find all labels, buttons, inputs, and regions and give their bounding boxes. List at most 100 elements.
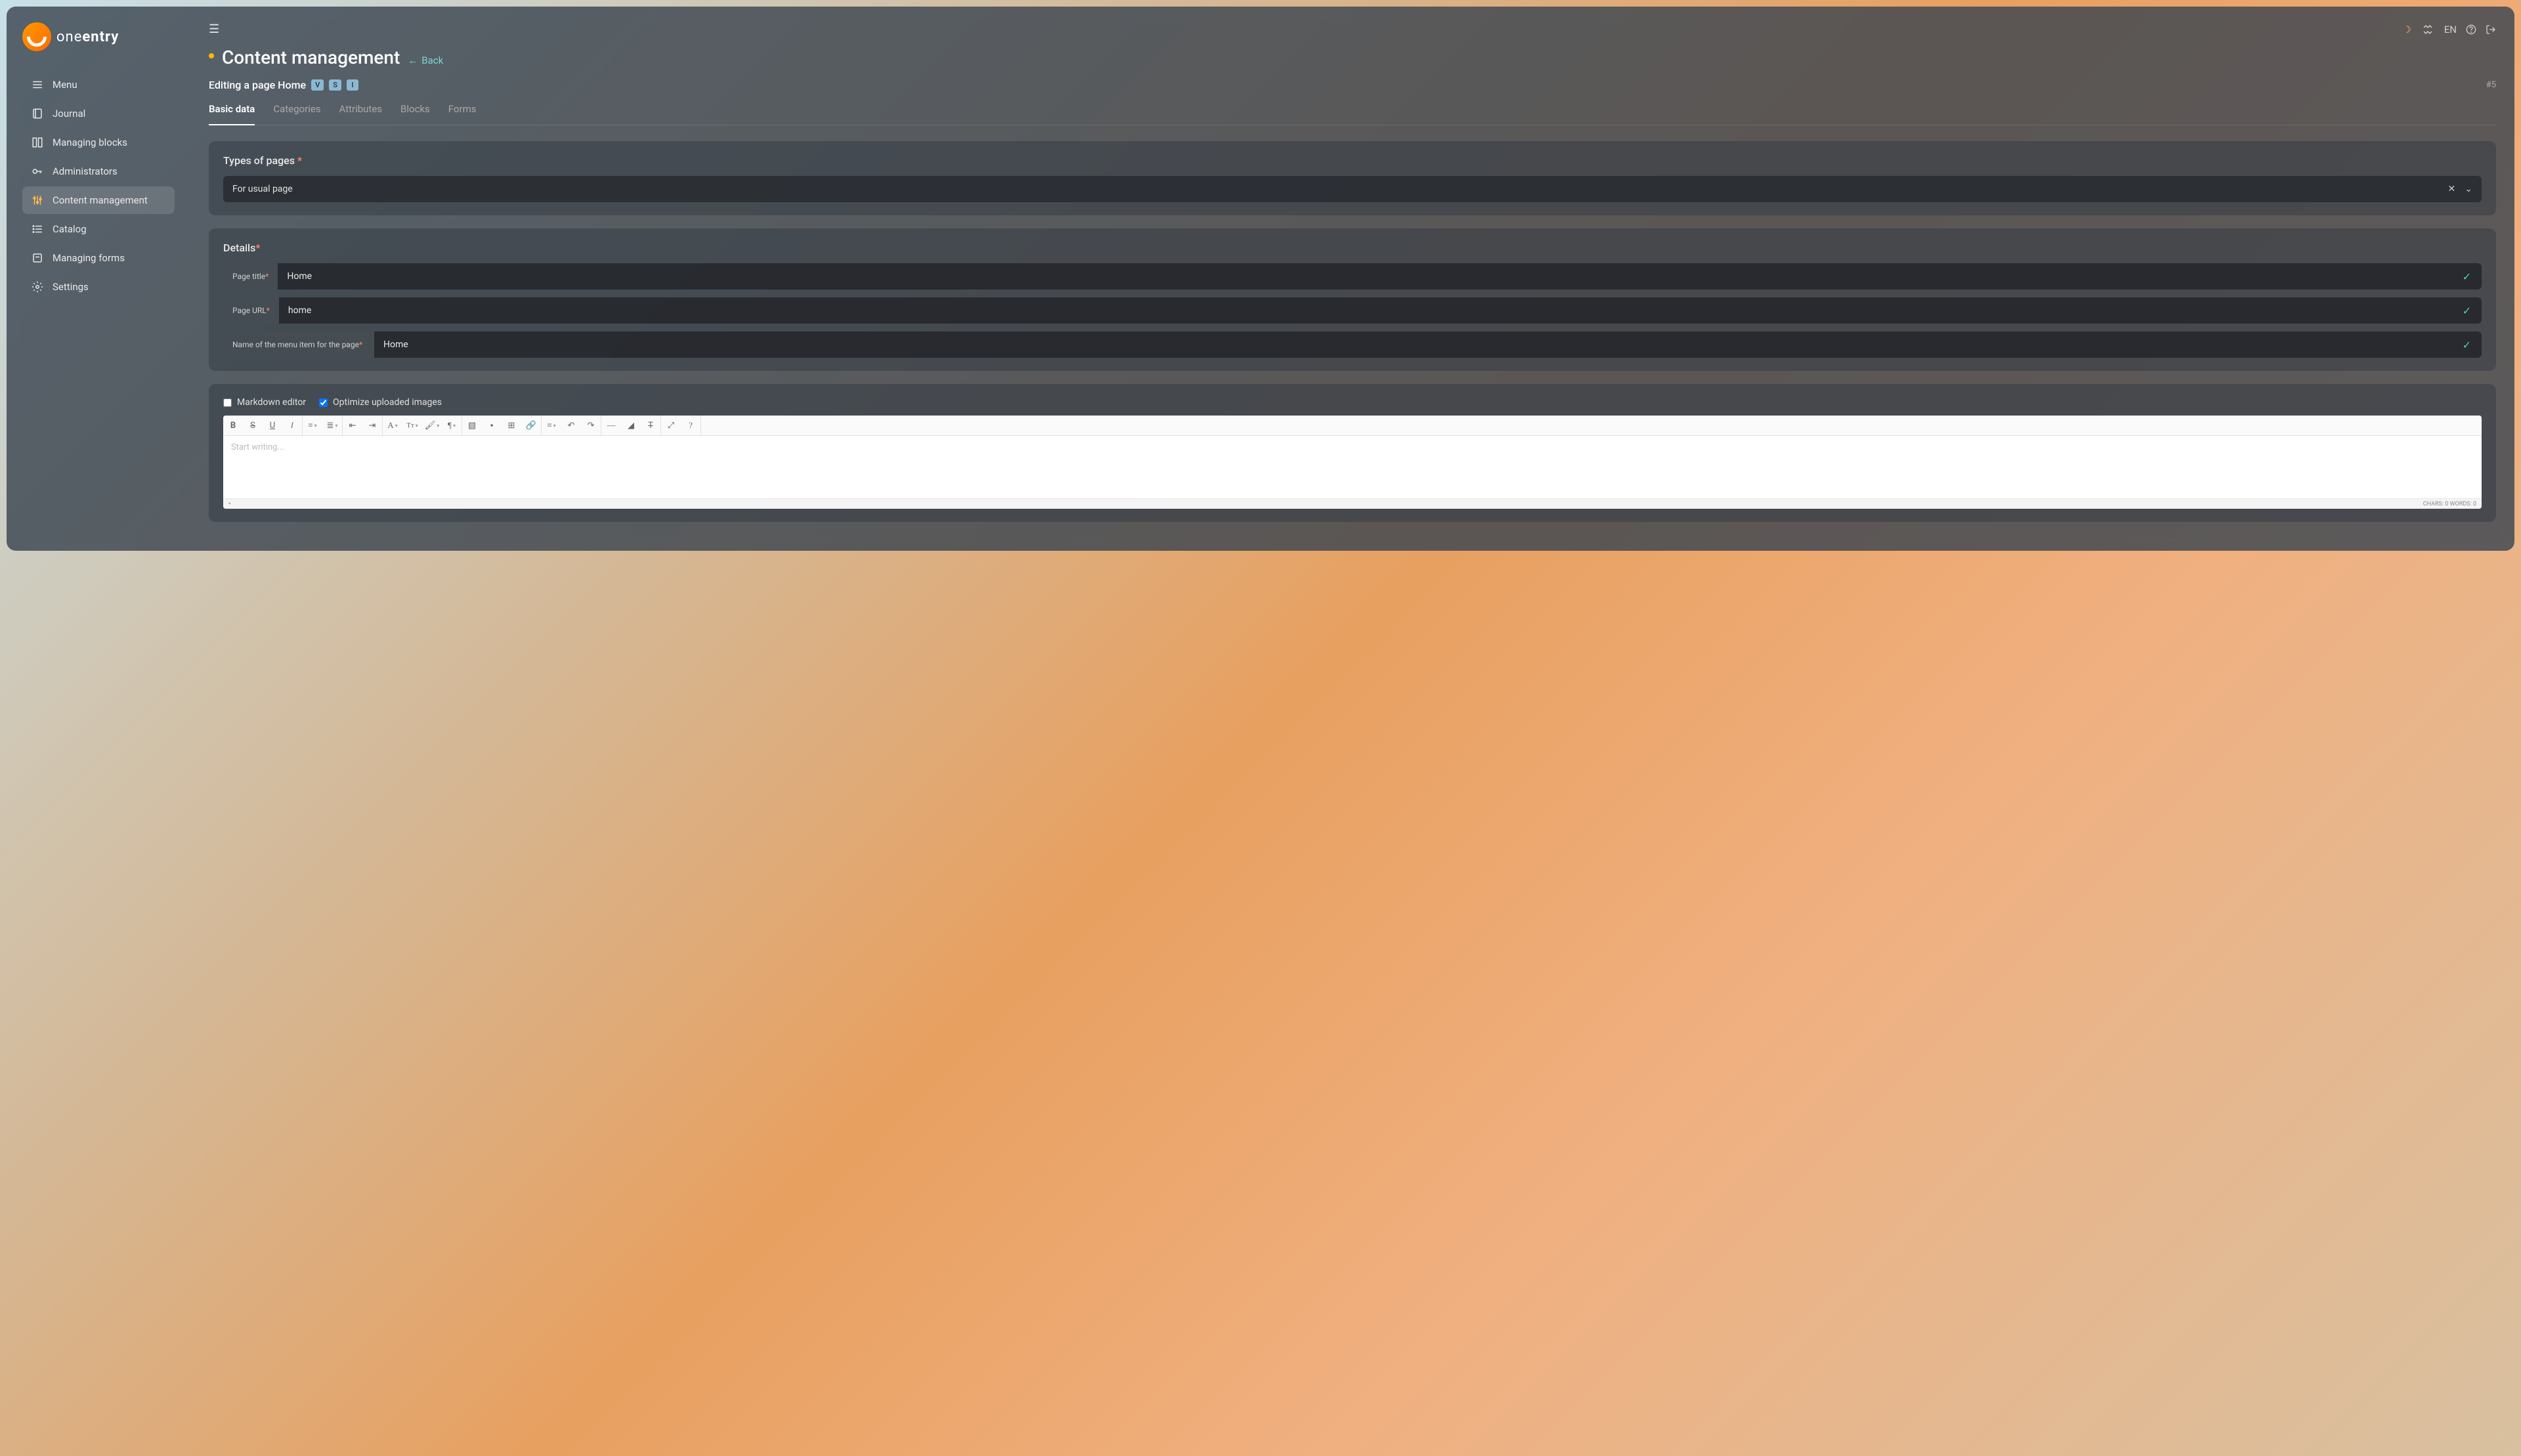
journal-icon xyxy=(32,108,43,119)
align-icon[interactable]: ≡▾ xyxy=(542,416,561,435)
strike-icon[interactable]: S xyxy=(243,416,263,435)
ol-icon[interactable]: ≣▾ xyxy=(322,416,342,435)
main-content: ☰ ☽ EN Content management ←Back Editing … xyxy=(190,7,2514,551)
field-label: Page title* xyxy=(223,263,278,289)
badge-v[interactable]: V xyxy=(311,79,324,91)
back-link[interactable]: ←Back xyxy=(408,54,443,66)
markdown-checkbox[interactable]: Markdown editor xyxy=(223,397,306,408)
tab-categories[interactable]: Categories xyxy=(273,94,320,125)
tab-basic-data[interactable]: Basic data xyxy=(209,94,255,125)
forms-icon xyxy=(32,252,43,264)
check-icon: ✓ xyxy=(2452,332,2482,358)
help-icon[interactable] xyxy=(2466,24,2476,35)
sidebar-item-label: Settings xyxy=(53,281,89,293)
paragraph-icon[interactable]: ¶▾ xyxy=(442,416,462,435)
clear-format-icon[interactable]: T xyxy=(641,416,660,435)
bold-icon[interactable]: B xyxy=(223,416,243,435)
theme-toggle-icon[interactable]: ☽ xyxy=(2402,24,2411,35)
topbar: ☰ ☽ EN xyxy=(209,22,2496,36)
logo-text: oneentry xyxy=(56,29,119,45)
sidebar-item-label: Managing forms xyxy=(53,252,125,264)
clear-icon[interactable]: ✕ xyxy=(2448,184,2456,194)
subheader: Editing a page Home V S I #5 xyxy=(209,79,2496,91)
subtitle: Editing a page Home V S I xyxy=(209,79,358,91)
sidebar-item-label: Managing blocks xyxy=(53,137,127,148)
entity-id: #5 xyxy=(2486,80,2496,90)
title-row: Content management ←Back xyxy=(209,47,2496,68)
menu-name-input[interactable] xyxy=(374,332,2452,358)
help-icon[interactable]: ? xyxy=(681,416,700,435)
sidebar-item-managing-forms[interactable]: Managing forms xyxy=(22,244,175,272)
editor-stats: CHARS: 0 WORDS: 0 xyxy=(2423,501,2476,507)
app-shell: oneentry Menu Journal Managing blocks Ad… xyxy=(7,7,2514,551)
details-card: Details* Page title* ✓ Page URL* ✓ Name … xyxy=(209,228,2496,371)
types-label: Types of pages * xyxy=(223,154,2482,167)
page-title-input[interactable] xyxy=(278,263,2451,289)
rich-editor: B S U I ≡▾ ≣▾ ⇤ ⇥ A▾ Tт▾ xyxy=(223,416,2482,509)
sidebar: oneentry Menu Journal Managing blocks Ad… xyxy=(7,7,190,551)
sidebar-item-content-management[interactable]: Content management xyxy=(22,186,175,214)
field-label: Name of the menu item for the page* xyxy=(223,332,374,358)
details-label: Details* xyxy=(223,242,2482,254)
key-icon xyxy=(32,165,43,177)
editor-body[interactable]: Start writing... xyxy=(223,436,2482,498)
field-label: Page URL* xyxy=(223,297,279,324)
sidebar-item-catalog[interactable]: Catalog xyxy=(22,215,175,243)
fullscreen-icon[interactable]: ⤢ xyxy=(661,416,681,435)
dev-mode-icon[interactable] xyxy=(2421,24,2435,35)
tab-blocks[interactable]: Blocks xyxy=(400,94,430,125)
indent-icon[interactable]: ⇥ xyxy=(362,416,382,435)
logout-icon[interactable] xyxy=(2486,24,2496,35)
sidebar-item-journal[interactable]: Journal xyxy=(22,100,175,127)
chevron-down-icon[interactable]: ⌄ xyxy=(2465,184,2472,194)
video-icon[interactable]: ▪ xyxy=(482,416,502,435)
color-icon[interactable]: 🖌▾ xyxy=(422,416,442,435)
italic-icon[interactable]: I xyxy=(282,416,302,435)
sidebar-item-managing-blocks[interactable]: Managing blocks xyxy=(22,129,175,156)
sidebar-nav: Menu Journal Managing blocks Administrat… xyxy=(7,71,190,301)
link-icon[interactable]: 🔗 xyxy=(521,416,541,435)
size-icon[interactable]: Tт▾ xyxy=(402,416,422,435)
language-switch[interactable]: EN xyxy=(2444,24,2457,35)
logo: oneentry xyxy=(7,22,190,71)
undo-icon[interactable]: ↶ xyxy=(561,416,581,435)
page-url-input[interactable] xyxy=(279,297,2452,324)
sidebar-item-settings[interactable]: Settings xyxy=(22,273,175,301)
image-icon[interactable]: ▧ xyxy=(462,416,482,435)
status-dot xyxy=(209,53,214,58)
tabs: Basic data Categories Attributes Blocks … xyxy=(209,94,2496,125)
field-page-title: Page title* ✓ xyxy=(223,263,2482,289)
tab-attributes[interactable]: Attributes xyxy=(339,94,383,125)
top-actions: ☽ EN xyxy=(2402,24,2496,35)
redo-icon[interactable]: ↷ xyxy=(581,416,601,435)
sidebar-item-label: Catalog xyxy=(53,223,87,235)
types-card: Types of pages * For usual page ✕ ⌄ xyxy=(209,141,2496,215)
outdent-icon[interactable]: ⇤ xyxy=(343,416,362,435)
sidebar-item-administrators[interactable]: Administrators xyxy=(22,158,175,185)
menu-icon xyxy=(32,79,43,91)
hr-icon[interactable]: — xyxy=(601,416,621,435)
table-icon[interactable]: ⊞ xyxy=(502,416,521,435)
eraser-icon[interactable]: ◢ xyxy=(621,416,641,435)
badge-i[interactable]: I xyxy=(347,79,358,91)
select-actions: ✕ ⌄ xyxy=(2448,184,2472,194)
arrow-left-icon: ← xyxy=(408,54,418,66)
editor-card: Markdown editor Optimize uploaded images… xyxy=(209,384,2496,522)
underline-icon[interactable]: U xyxy=(263,416,282,435)
field-menu-name: Name of the menu item for the page* ✓ xyxy=(223,332,2482,358)
resize-handle-icon[interactable]: ▪ xyxy=(228,500,231,507)
sidebar-item-label: Journal xyxy=(53,108,85,119)
types-select[interactable]: For usual page ✕ ⌄ xyxy=(223,176,2482,202)
tab-forms[interactable]: Forms xyxy=(448,94,477,125)
font-icon[interactable]: A▾ xyxy=(383,416,402,435)
optimize-checkbox[interactable]: Optimize uploaded images xyxy=(319,397,442,408)
sidebar-item-menu[interactable]: Menu xyxy=(22,71,175,98)
badge-s[interactable]: S xyxy=(329,79,341,91)
select-value: For usual page xyxy=(232,184,293,194)
editor-toolbar: B S U I ≡▾ ≣▾ ⇤ ⇥ A▾ Tт▾ xyxy=(223,416,2482,436)
hamburger-icon[interactable]: ☰ xyxy=(209,22,219,36)
ul-icon[interactable]: ≡▾ xyxy=(303,416,322,435)
list-icon xyxy=(32,223,43,235)
blocks-icon xyxy=(32,137,43,148)
sidebar-item-label: Administrators xyxy=(53,165,118,177)
